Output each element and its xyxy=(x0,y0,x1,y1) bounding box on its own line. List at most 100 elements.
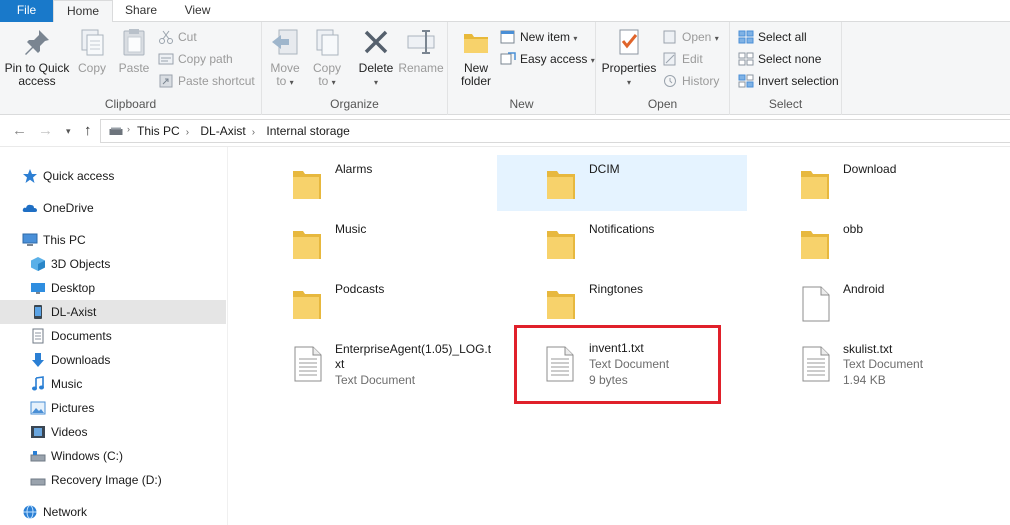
edit-button[interactable]: Edit xyxy=(662,49,703,69)
paste-button[interactable]: Paste xyxy=(114,26,154,75)
paste-shortcut-label: Paste shortcut xyxy=(178,74,255,88)
file-item-skulist[interactable]: skulist.txt Text Document 1.94 KB xyxy=(751,335,1001,399)
breadcrumb-this-pc[interactable]: This PC xyxy=(137,124,180,138)
rename-button[interactable]: Rename xyxy=(398,26,444,75)
file-name: invent1.txt xyxy=(589,341,644,355)
organize-group: Move to ▾ Copy to ▾ Delete ▾ Rename Orga… xyxy=(262,22,448,115)
file-item-enterpriseagent-log[interactable]: EnterpriseAgent(1.05)_LOG.txt Text Docum… xyxy=(243,335,493,399)
file-name: Alarms xyxy=(335,162,373,176)
tab-file[interactable]: File xyxy=(0,0,53,22)
sidebar-item-downloads[interactable]: Downloads xyxy=(0,348,226,372)
organize-group-label: Organize xyxy=(330,97,379,111)
sidebar-item-3d-objects[interactable]: 3D Objects xyxy=(0,252,226,276)
folder-item-alarms[interactable]: Alarms xyxy=(243,155,493,211)
new-item-label: New item xyxy=(520,30,571,44)
folder-item-obb[interactable]: obb xyxy=(751,215,1001,271)
paste-icon xyxy=(123,29,145,56)
sidebar-item-label: Recovery Image (D:) xyxy=(51,473,162,487)
sidebar-item-network[interactable]: Network xyxy=(0,500,226,524)
move-to-button[interactable]: Move to ▾ xyxy=(266,26,304,89)
breadcrumb-internal-storage[interactable]: Internal storage xyxy=(266,124,349,138)
copy-path-button[interactable]: Copy path xyxy=(158,49,233,69)
open-button[interactable]: Open ▾ xyxy=(662,27,719,47)
file-type: Text Document xyxy=(589,357,670,371)
delete-button[interactable]: Delete ▾ xyxy=(355,26,397,89)
sidebar-item-documents[interactable]: Documents xyxy=(0,324,226,348)
cut-button[interactable]: Cut xyxy=(158,27,197,47)
invert-selection-button[interactable]: Invert selection xyxy=(738,71,839,91)
star-icon xyxy=(23,169,37,183)
text-document-icon xyxy=(546,346,574,382)
recent-locations-chevron-icon[interactable]: ▾ xyxy=(66,126,71,137)
pin-to-quick-access-button[interactable]: Pin to Quick access xyxy=(2,26,72,88)
sidebar-item-pictures[interactable]: Pictures xyxy=(0,396,226,420)
sidebar-item-dl-axist[interactable]: DL-Axist xyxy=(0,300,226,324)
sidebar-item-this-pc[interactable]: This PC xyxy=(0,228,226,252)
tab-home[interactable]: Home xyxy=(53,0,113,23)
clipboard-group-label: Clipboard xyxy=(104,97,157,111)
pin-label-2: access xyxy=(18,74,56,88)
file-item-invent1[interactable]: invent1.txt Text Document 9 bytes xyxy=(514,325,721,404)
folder-icon xyxy=(547,171,575,199)
folder-icon xyxy=(293,291,321,319)
new-item-button[interactable]: New item ▾ xyxy=(500,27,577,47)
file-item-android[interactable]: Android xyxy=(751,275,1001,331)
tab-view[interactable]: View xyxy=(169,0,226,22)
new-folder-button[interactable]: New folder xyxy=(456,26,496,88)
back-arrow-icon[interactable]: ← xyxy=(12,122,27,139)
up-arrow-icon[interactable]: ↑ xyxy=(84,122,92,139)
copy-button[interactable]: Copy xyxy=(72,26,112,75)
file-type: Text Document xyxy=(843,357,924,371)
open-group: Properties ▾ Open ▾ Edit History Open xyxy=(596,22,730,115)
tab-share[interactable]: Share xyxy=(113,0,169,22)
copy-to-label-2: to xyxy=(318,74,329,88)
sidebar-item-onedrive[interactable]: OneDrive xyxy=(0,196,226,220)
folder-item-music[interactable]: Music xyxy=(243,215,493,271)
sidebar-item-recovery-image-d[interactable]: Recovery Image (D:) xyxy=(0,468,226,492)
sidebar-item-label: Videos xyxy=(51,425,88,439)
sidebar-item-label: OneDrive xyxy=(43,201,94,215)
history-label: History xyxy=(682,74,720,88)
breadcrumb-separator-icon[interactable]: › xyxy=(252,127,255,138)
select-all-label: Select all xyxy=(758,30,807,44)
invert-selection-label: Invert selection xyxy=(758,74,839,88)
new-folder-icon xyxy=(464,34,488,53)
file-name: obb xyxy=(843,222,864,236)
file-name: Download xyxy=(843,162,897,176)
video-icon xyxy=(31,426,45,438)
sidebar-item-videos[interactable]: Videos xyxy=(0,420,226,444)
properties-label: Properties xyxy=(601,61,657,75)
select-none-button[interactable]: Select none xyxy=(738,49,821,69)
folder-item-ringtones[interactable]: Ringtones xyxy=(497,275,747,331)
rename-icon xyxy=(407,30,435,54)
paste-shortcut-button[interactable]: Paste shortcut xyxy=(158,71,255,91)
folder-item-dcim[interactable]: DCIM xyxy=(497,155,747,211)
breadcrumb-separator-icon[interactable]: › xyxy=(186,127,189,138)
history-button[interactable]: History xyxy=(662,71,719,91)
easy-access-icon xyxy=(500,52,516,65)
new-item-icon xyxy=(500,30,515,44)
open-group-label: Open xyxy=(647,97,678,111)
folder-item-notifications[interactable]: Notifications xyxy=(497,215,747,271)
easy-access-button[interactable]: Easy access ▾ xyxy=(500,49,595,69)
breadcrumb-dl-axist[interactable]: DL-Axist xyxy=(200,124,245,138)
properties-button[interactable]: Properties ▾ xyxy=(600,26,658,89)
file-name: Podcasts xyxy=(335,282,385,296)
new-folder-label-1: New xyxy=(463,61,488,75)
forward-arrow-icon[interactable]: → xyxy=(38,122,53,139)
sidebar-item-desktop[interactable]: Desktop xyxy=(0,276,226,300)
folder-item-podcasts[interactable]: Podcasts xyxy=(243,275,493,331)
file-name: DCIM xyxy=(589,162,620,176)
copy-to-button[interactable]: Copy to ▾ xyxy=(308,26,346,89)
folder-icon xyxy=(293,231,321,259)
sidebar-item-label: 3D Objects xyxy=(51,257,111,271)
sidebar-item-label: Desktop xyxy=(51,281,96,295)
select-all-button[interactable]: Select all xyxy=(738,27,807,47)
folder-item-download[interactable]: Download xyxy=(751,155,1001,211)
sidebar-item-quick-access[interactable]: Quick access xyxy=(0,164,226,188)
address-box[interactable]: › This PC › DL-Axist › Internal storage xyxy=(100,119,1010,143)
download-icon xyxy=(32,353,44,367)
file-type: Text Document xyxy=(335,373,416,387)
sidebar-item-windows-c[interactable]: Windows (C:) xyxy=(0,444,226,468)
sidebar-item-music[interactable]: Music xyxy=(0,372,226,396)
